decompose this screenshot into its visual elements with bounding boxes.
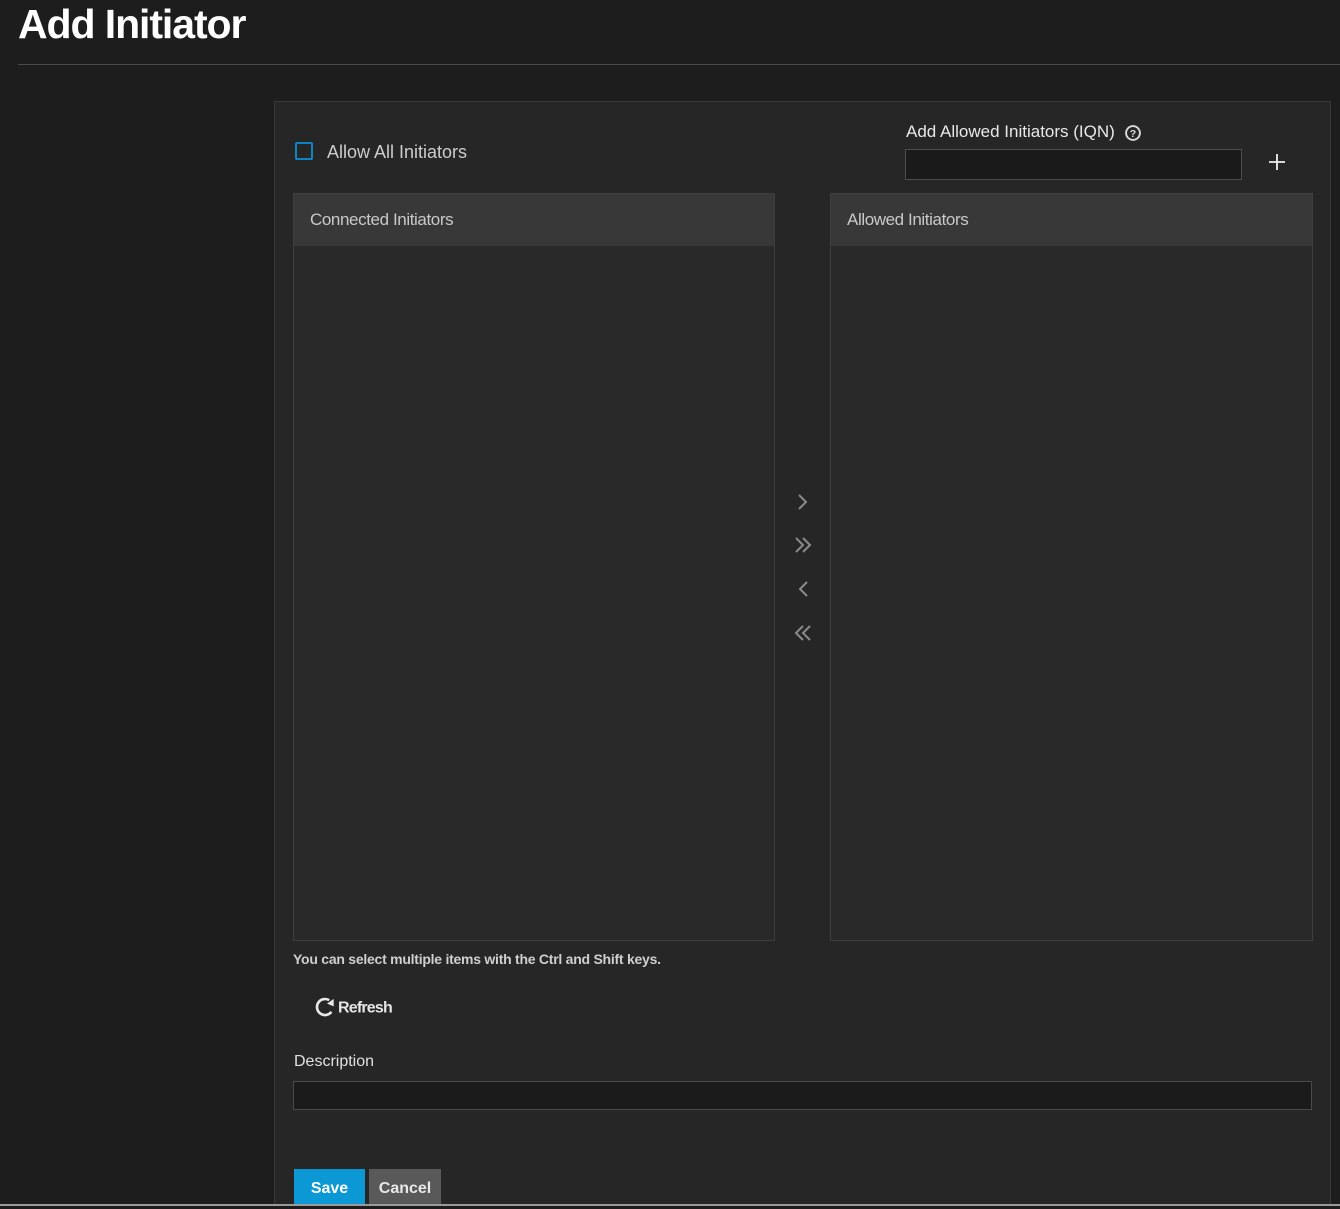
svg-text:?: ?	[1130, 128, 1136, 140]
